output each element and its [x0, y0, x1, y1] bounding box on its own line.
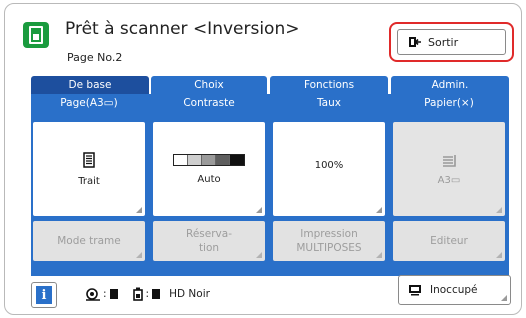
consumables-status: : : HD Noir [85, 287, 210, 301]
tab-admin[interactable]: Admin. [391, 76, 509, 94]
reservation-label: Réserva- tion [186, 228, 232, 254]
tab-bar: De base Choix Fonctions Admin. [31, 76, 509, 94]
master-roll-icon [85, 287, 101, 301]
paper-value: A3▭ [437, 174, 461, 186]
paper-button[interactable]: A3▭ [393, 122, 505, 216]
ink-cartridge-icon [132, 287, 144, 301]
contrast-label: Contraste [183, 97, 235, 109]
exit-button[interactable]: Sortir [397, 29, 506, 55]
info-button[interactable]: i [31, 282, 57, 308]
document-icon [83, 151, 95, 168]
settings-panel: Page(A3▭) Contraste Taux Papier(⨯) Trait… [31, 94, 509, 276]
page-size-label: Page(A3▭) [60, 97, 118, 109]
ink-mode-text: HD Noir [169, 288, 210, 300]
master-separator: : [103, 288, 107, 300]
ink-separator: : [145, 288, 150, 300]
page-number: Page No.2 [67, 51, 123, 64]
editor-label: Editeur [430, 235, 468, 247]
idle-status-label: Inoccupé [430, 284, 478, 296]
ratio-value: 100% [314, 159, 344, 171]
tab-basic[interactable]: De base [31, 76, 149, 94]
page-title: Prêt à scanner <Inversion> [65, 19, 300, 39]
editor-button[interactable]: Editeur [393, 221, 505, 261]
ratio-button[interactable]: 100% [273, 122, 385, 216]
ink-level-indicator [152, 289, 161, 299]
reservation-button[interactable]: Réserva- tion [153, 221, 265, 261]
multi-up-print-label: Impression MULTIPOSES [296, 228, 362, 254]
image-mode-button[interactable]: Trait [33, 122, 145, 216]
info-icon: i [36, 286, 52, 304]
image-mode-value: Trait [78, 175, 100, 187]
monitor-icon [409, 285, 421, 296]
tab-functions[interactable]: Fonctions [270, 76, 388, 94]
master-level-indicator [109, 289, 118, 299]
paper-label: Papier(⨯) [424, 97, 474, 109]
screen-mode-label: Mode trame [57, 235, 121, 247]
contrast-scale-icon [173, 153, 245, 166]
exit-highlight: Sortir [389, 22, 514, 62]
header: Prêt à scanner <Inversion> Page No.2 Sor… [5, 4, 521, 74]
scan-app-icon [23, 22, 49, 48]
multi-up-print-button[interactable]: Impression MULTIPOSES [273, 221, 385, 261]
contrast-button[interactable]: Auto [153, 122, 265, 216]
exit-label: Sortir [428, 35, 459, 49]
contrast-value: Auto [197, 173, 221, 185]
screen-mode-button[interactable]: Mode trame [33, 221, 145, 261]
ratio-label: Taux [317, 97, 341, 109]
paper-tray-icon [443, 154, 456, 167]
idle-status-button[interactable]: Inoccupé [398, 275, 511, 305]
tab-options[interactable]: Choix [151, 76, 267, 94]
screen-frame: Prêt à scanner <Inversion> Page No.2 Sor… [4, 3, 522, 315]
exit-icon [409, 37, 421, 47]
